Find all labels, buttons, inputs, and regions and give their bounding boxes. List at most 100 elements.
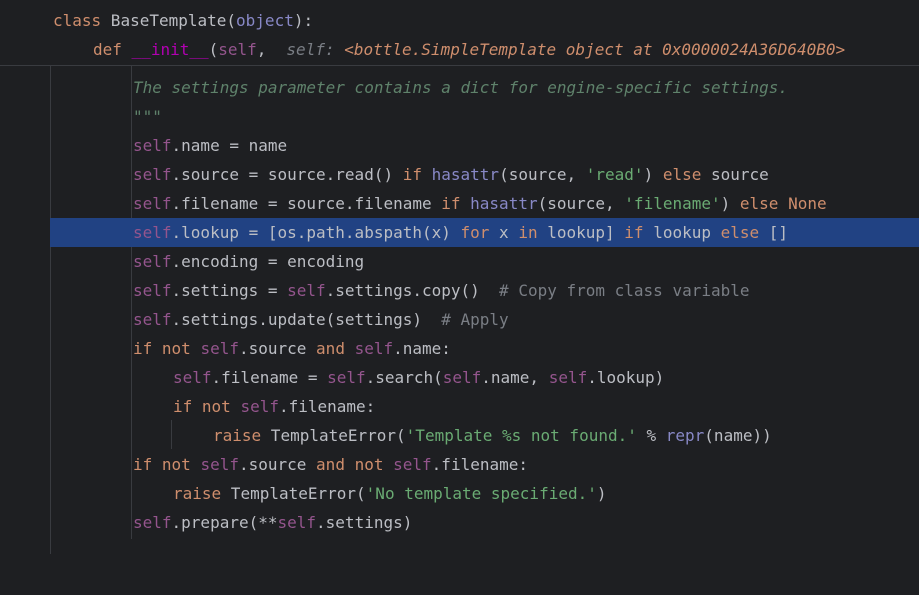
keyword: not — [354, 455, 384, 474]
self-ref: self — [240, 397, 279, 416]
self-ref: self — [133, 223, 172, 242]
sticky-class-line[interactable]: class BaseTemplate(object): — [0, 6, 919, 35]
code-text: .search( — [365, 368, 443, 387]
code-line[interactable]: self.filename = self.search(self.name, s… — [0, 363, 919, 392]
self-ref: self — [133, 194, 172, 213]
self-ref: self — [133, 136, 172, 155]
code-line[interactable]: if not self.source and self.name: — [0, 334, 919, 363]
self-ref: self — [393, 455, 432, 474]
keyword: raise — [173, 484, 222, 503]
self-ref: self — [173, 368, 212, 387]
code-line[interactable]: self.prepare(**self.settings) — [0, 508, 919, 537]
self-ref: self — [133, 165, 172, 184]
keyword: def — [93, 40, 122, 59]
code-line[interactable]: raise TemplateError('Template %s not fou… — [0, 421, 919, 450]
keyword: for — [460, 223, 490, 242]
debug-inline-hint-label: self: — [286, 40, 335, 59]
self-ref: self — [133, 281, 172, 300]
code-line[interactable]: self.filename = source.filename if hasat… — [0, 189, 919, 218]
string: 'No template specified.' — [365, 484, 597, 503]
debug-inline-hint-value[interactable]: <bottle.SimpleTemplate object at 0x00000… — [344, 40, 845, 59]
self-ref: self — [548, 368, 588, 387]
code-text: ) — [596, 484, 607, 503]
sticky-scope-header[interactable]: class BaseTemplate(object): def __init__… — [0, 0, 919, 66]
code-text: .settings.update(settings) — [171, 310, 442, 329]
comment: # Copy from class variable — [499, 281, 750, 300]
code-text: .name: — [393, 339, 451, 358]
code-line-execution-point[interactable]: self.lookup = [os.path.abspath(x) for x … — [50, 218, 919, 247]
code-text: (name)) — [704, 426, 772, 445]
code-line[interactable]: if not self.filename: — [0, 392, 919, 421]
keyword: if — [441, 194, 461, 213]
code-text: source — [701, 165, 769, 184]
builtin: repr — [665, 426, 705, 445]
string: 'filename' — [624, 194, 721, 213]
code-line[interactable]: self.encoding = encoding — [0, 247, 919, 276]
code-text: .source — [238, 455, 317, 474]
code-text: .filename = — [211, 368, 328, 387]
code-line[interactable]: """ — [0, 102, 919, 131]
keyword: class — [53, 11, 102, 30]
code-text: TemplateError( — [221, 484, 366, 503]
self-ref: self — [442, 368, 482, 387]
code-line[interactable]: self.source = source.read() if hasattr(s… — [0, 160, 919, 189]
self-ref: self — [133, 513, 172, 532]
code-text: (source, — [499, 165, 586, 184]
code-line[interactable]: self.settings = self.settings.copy() # C… — [0, 276, 919, 305]
code-line[interactable]: raise TemplateError('No template specifi… — [0, 479, 919, 508]
code-line[interactable]: self.settings.update(settings) # Apply — [0, 305, 919, 334]
keyword: else — [662, 165, 702, 184]
keyword: and — [316, 455, 345, 474]
code-text: [] — [759, 223, 789, 242]
code-text: .filename: — [278, 397, 376, 416]
base-class: object — [236, 11, 294, 30]
code-text: x — [489, 223, 519, 242]
self-ref: self — [354, 339, 394, 358]
keyword: else — [739, 194, 779, 213]
self-ref: self — [277, 513, 317, 532]
punct: ): — [293, 11, 314, 30]
code-line[interactable]: if not self.source and not self.filename… — [0, 450, 919, 479]
keyword: if — [624, 223, 644, 242]
punct: ( — [208, 40, 219, 59]
string: 'Template %s not found.' — [405, 426, 637, 445]
code-line[interactable]: The settings parameter contains a dict f… — [0, 73, 919, 102]
self-ref: self — [327, 368, 366, 387]
code-text: .filename: — [431, 455, 528, 474]
code-text: .lookup = [os.path.abspath(x) — [171, 223, 461, 242]
sticky-def-line[interactable]: def __init__(self, self: <bottle.SimpleTe… — [0, 35, 919, 64]
punct: , — [256, 40, 267, 59]
self-param: self — [218, 40, 257, 59]
code-text: .name, — [481, 368, 549, 387]
code-text: .encoding = encoding — [171, 252, 365, 271]
docstring: """ — [133, 107, 162, 126]
code-text: .lookup) — [587, 368, 665, 387]
code-text: .filename = source.filename — [171, 194, 442, 213]
code-text: % — [636, 426, 666, 445]
code-text: lookup — [643, 223, 721, 242]
keyword: raise — [213, 426, 262, 445]
keyword: if — [173, 397, 193, 416]
code-editor[interactable]: class BaseTemplate(object): def __init__… — [0, 0, 919, 554]
code-text: .settings = — [171, 281, 288, 300]
code-text: .source = source.read() — [171, 165, 403, 184]
keyword: not — [201, 397, 231, 416]
code-text: .settings.copy() — [325, 281, 500, 300]
self-ref: self — [287, 281, 326, 300]
docstring: The settings parameter contains a dict f… — [133, 78, 789, 97]
keyword: if — [133, 455, 153, 474]
method-name: __init__ — [131, 40, 209, 59]
keyword: and — [316, 339, 345, 358]
code-text: ) — [720, 194, 740, 213]
code-line[interactable]: self.name = name — [0, 131, 919, 160]
code-text: TemplateError( — [261, 426, 406, 445]
keyword: not — [161, 455, 191, 474]
self-ref: self — [133, 310, 172, 329]
